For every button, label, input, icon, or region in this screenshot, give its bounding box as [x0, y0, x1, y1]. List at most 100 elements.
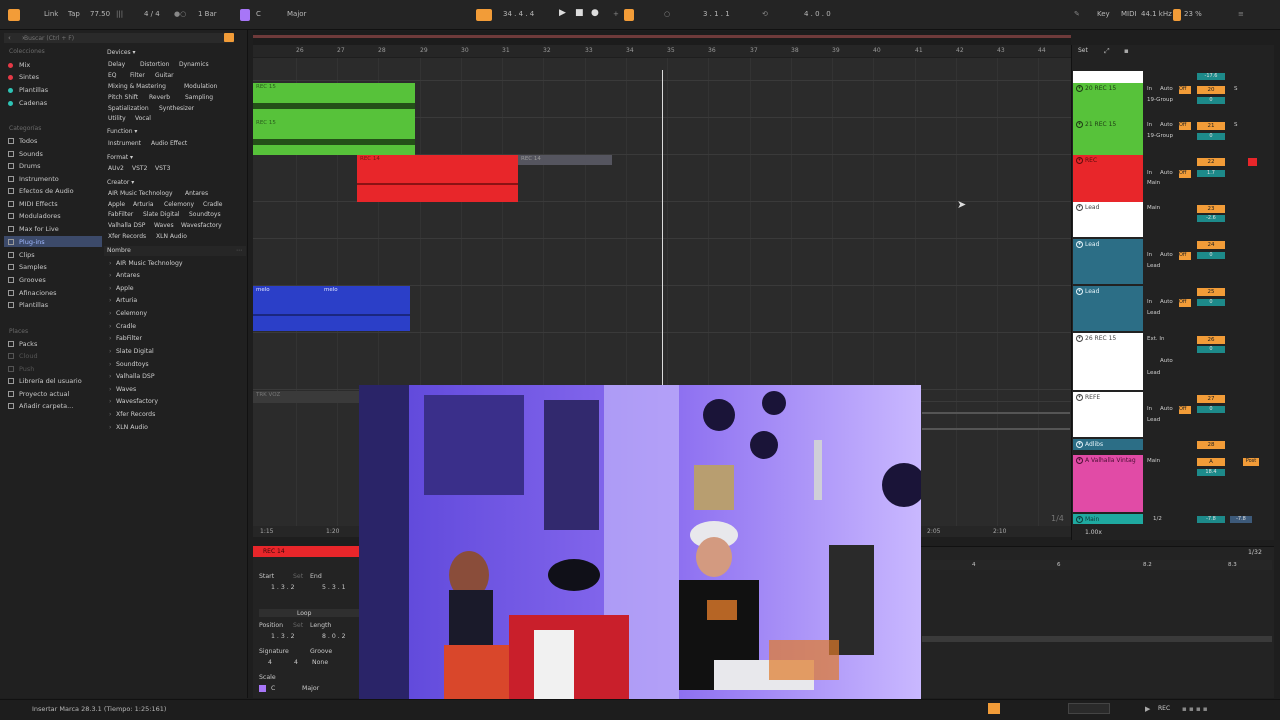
- scale-select[interactable]: Major: [287, 10, 306, 18]
- rec-label[interactable]: REC: [1158, 705, 1170, 712]
- monitor-off-button[interactable]: Off: [1179, 122, 1191, 130]
- collection-item-plantillas[interactable]: Plantillas: [8, 86, 48, 94]
- audio-clip-selected[interactable]: REC 14: [357, 155, 518, 202]
- browser-search-input[interactable]: [4, 33, 234, 43]
- tag-distortion[interactable]: Distortion: [140, 61, 169, 68]
- groove-select[interactable]: None: [312, 659, 328, 666]
- category-sounds[interactable]: Sounds: [8, 150, 43, 158]
- draw-mode-icon[interactable]: ✎: [1074, 10, 1080, 18]
- return-volume[interactable]: 18.4: [1197, 469, 1225, 476]
- loop-toggle-icon[interactable]: ⟲: [762, 10, 768, 18]
- zoom-grid-label[interactable]: 1/4: [1051, 514, 1064, 523]
- place-packs[interactable]: Packs: [8, 340, 37, 348]
- menu-icon[interactable]: ≡: [1238, 10, 1244, 18]
- track-header-adlibs[interactable]: ▾ Adlibs: [1073, 439, 1143, 450]
- track-volume[interactable]: 0: [1197, 252, 1225, 259]
- track-activator[interactable]: 21: [1197, 122, 1225, 130]
- end-field[interactable]: 5 . 3 . 1: [322, 584, 346, 591]
- play-icon[interactable]: ▶: [559, 8, 566, 18]
- track-volume[interactable]: 0: [1197, 346, 1225, 353]
- audio-clip[interactable]: REC 14: [518, 155, 612, 165]
- list-item[interactable]: Apple: [109, 285, 133, 292]
- tag-slate-digital[interactable]: Slate Digital: [143, 211, 180, 218]
- tag-pitch-shift[interactable]: Pitch Shift: [108, 94, 138, 101]
- category-drums[interactable]: Drums: [8, 162, 41, 170]
- tag-modulation[interactable]: Modulation: [184, 83, 217, 90]
- track-activator[interactable]: 28: [1197, 441, 1225, 449]
- place-add-folder[interactable]: Añadir carpeta...: [8, 402, 73, 410]
- tag-arturia[interactable]: Arturia: [133, 201, 154, 208]
- category-clips[interactable]: Clips: [8, 251, 35, 259]
- return-activator[interactable]: A: [1197, 458, 1225, 466]
- quantize-select[interactable]: 1 Bar: [198, 10, 217, 18]
- name-column-header[interactable]: Nombre: [107, 247, 131, 254]
- tag-apple[interactable]: Apple: [108, 201, 125, 208]
- collection-item-sintes[interactable]: Sintes: [8, 73, 39, 81]
- list-item[interactable]: Cradle: [109, 323, 136, 330]
- tag-sampling[interactable]: Sampling: [185, 94, 213, 101]
- category-instrumento[interactable]: Instrumento: [8, 175, 59, 183]
- tag-mixing-mastering[interactable]: Mixing & Mastering: [108, 83, 166, 90]
- beat-time-ruler[interactable]: [253, 45, 1071, 57]
- midi-map-button[interactable]: MIDI: [1121, 10, 1137, 18]
- tag-filter[interactable]: Filter: [130, 72, 145, 79]
- monitor-off-button[interactable]: Off: [1179, 170, 1191, 178]
- solo-button[interactable]: S: [1234, 122, 1238, 128]
- place-cloud[interactable]: Cloud: [8, 352, 38, 360]
- tag-xln[interactable]: XLN Audio: [156, 233, 187, 240]
- function-filter-heading[interactable]: Function ▾: [107, 128, 137, 135]
- tempo-multiplier[interactable]: 1.00x: [1085, 529, 1102, 536]
- track-activator[interactable]: 20: [1197, 86, 1225, 94]
- format-filter-heading[interactable]: Format ▾: [107, 154, 133, 161]
- clip-name-bar[interactable]: REC 14: [253, 546, 359, 557]
- list-item[interactable]: Valhalla DSP: [109, 373, 155, 380]
- position-field[interactable]: 34 . 4 . 4: [503, 10, 534, 18]
- options-icon[interactable]: ⋯: [236, 247, 242, 254]
- track-header-21[interactable]: ▾ 21 REC 15: [1073, 119, 1143, 155]
- tag-soundtoys[interactable]: Soundtoys: [189, 211, 221, 218]
- monitor-off-button[interactable]: Off: [1179, 299, 1191, 307]
- tag-auv2[interactable]: AUv2: [108, 165, 124, 172]
- scale-mode-icon[interactable]: [240, 9, 250, 21]
- fold-icon[interactable]: ▾: [1076, 241, 1083, 248]
- tag-valhalla[interactable]: Valhalla DSP: [108, 222, 145, 229]
- automation-arm-icon[interactable]: +: [613, 10, 619, 18]
- track-volume[interactable]: 0: [1197, 97, 1225, 104]
- track-header-return-a[interactable]: ▾ A Valhalla Vintag: [1073, 455, 1143, 512]
- list-item[interactable]: FabFilter: [109, 335, 142, 342]
- category-samples[interactable]: Samples: [8, 263, 47, 271]
- creator-filter-heading[interactable]: Creator ▾: [107, 179, 134, 186]
- audio-clip[interactable]: REC 15: [253, 83, 415, 119]
- category-moduladores[interactable]: Moduladores: [8, 212, 61, 220]
- loop-button[interactable]: Loop: [259, 609, 359, 617]
- category-efectos-audio[interactable]: Efectos de Audio: [8, 187, 74, 195]
- forward-arrow-icon[interactable]: ›: [22, 34, 25, 42]
- fold-icon[interactable]: ▾: [1076, 441, 1083, 448]
- time-signature-field[interactable]: 4 / 4: [144, 10, 160, 18]
- track-activator[interactable]: 24: [1197, 241, 1225, 249]
- tag-instrument[interactable]: Instrument: [108, 140, 141, 147]
- track-header-20[interactable]: ▾ 20 REC 15: [1073, 83, 1143, 119]
- place-push[interactable]: Push: [8, 365, 34, 373]
- track-volume[interactable]: -2.6: [1197, 215, 1225, 222]
- tag-utility[interactable]: Utility: [108, 115, 126, 122]
- audio-clip[interactable]: REC 15: [253, 119, 415, 155]
- signature-numerator[interactable]: 4: [268, 659, 272, 666]
- monitor-off-button[interactable]: Off: [1179, 86, 1191, 94]
- tag-xfer[interactable]: Xfer Records: [108, 233, 146, 240]
- tag-reverb[interactable]: Reverb: [149, 94, 170, 101]
- fold-icon[interactable]: ▾: [1076, 121, 1083, 128]
- fold-icon[interactable]: ▾: [1076, 157, 1083, 164]
- follow-icon[interactable]: [476, 9, 492, 21]
- signature-denominator[interactable]: 4: [294, 659, 298, 666]
- track-header-main[interactable]: ▾ Main: [1073, 514, 1143, 524]
- list-item[interactable]: Xfer Records: [109, 411, 155, 418]
- fold-icon[interactable]: ▾: [1076, 85, 1083, 92]
- overview-strip[interactable]: [253, 31, 1071, 45]
- list-item[interactable]: XLN Audio: [109, 424, 148, 431]
- warning-icon[interactable]: [988, 703, 1000, 714]
- loop-icon[interactable]: ○: [664, 10, 670, 18]
- track-header-lead-25[interactable]: ▾ Lead: [1073, 286, 1143, 331]
- category-grooves[interactable]: Grooves: [8, 276, 46, 284]
- tag-air[interactable]: AIR Music Technology: [108, 190, 173, 197]
